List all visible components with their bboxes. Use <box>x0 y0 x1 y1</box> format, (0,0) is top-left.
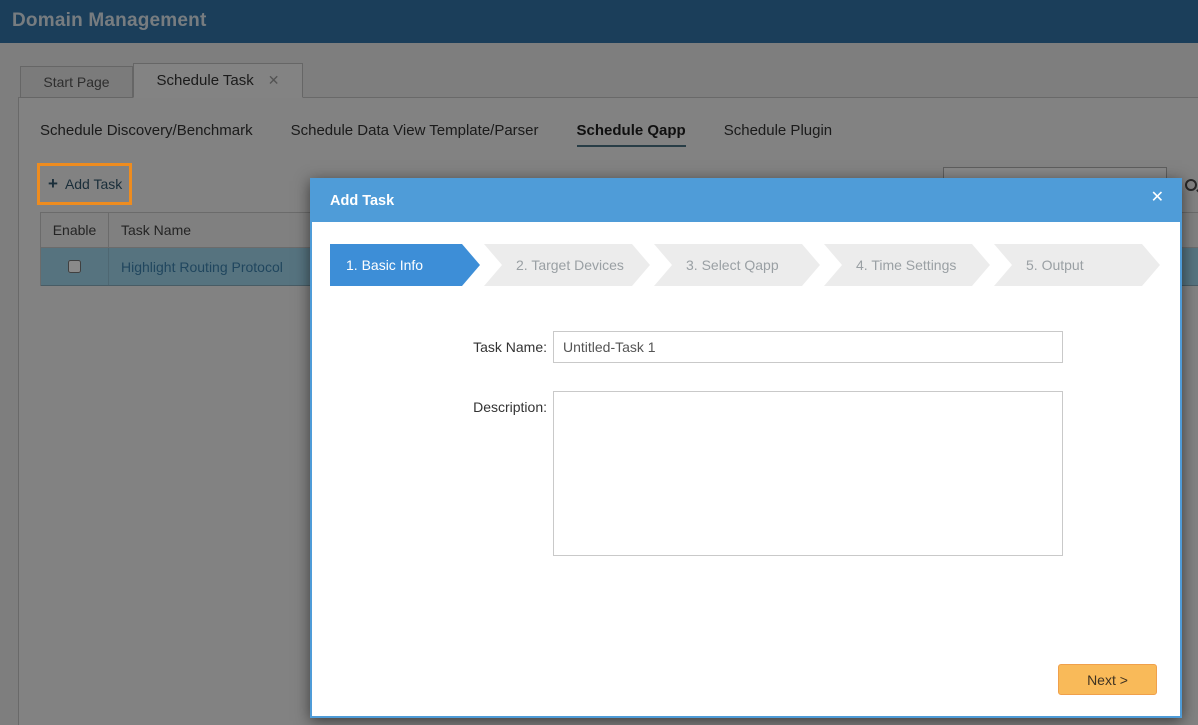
modal-title: Add Task <box>330 193 395 209</box>
step-basic-info[interactable]: 1. Basic Info <box>330 244 480 286</box>
step-select-qapp[interactable]: 3. Select Qapp <box>654 244 820 286</box>
modal-header: Add Task ✕ <box>312 180 1180 222</box>
step-time-settings[interactable]: 4. Time Settings <box>824 244 990 286</box>
next-button[interactable]: Next > <box>1058 664 1157 695</box>
add-task-modal: Add Task ✕ 1. Basic Info 2. Target Devic… <box>310 178 1182 718</box>
close-icon[interactable]: ✕ <box>1151 190 1164 206</box>
step-target-devices[interactable]: 2. Target Devices <box>484 244 650 286</box>
wizard-steps: 1. Basic Info 2. Target Devices 3. Selec… <box>330 244 1160 286</box>
task-name-label: Task Name: <box>473 339 547 355</box>
task-name-input[interactable] <box>553 331 1063 363</box>
description-textarea[interactable] <box>553 391 1063 556</box>
screen: Domain Management Start Page Schedule Ta… <box>0 0 1198 725</box>
step-output[interactable]: 5. Output <box>994 244 1160 286</box>
description-label: Description: <box>473 399 547 415</box>
